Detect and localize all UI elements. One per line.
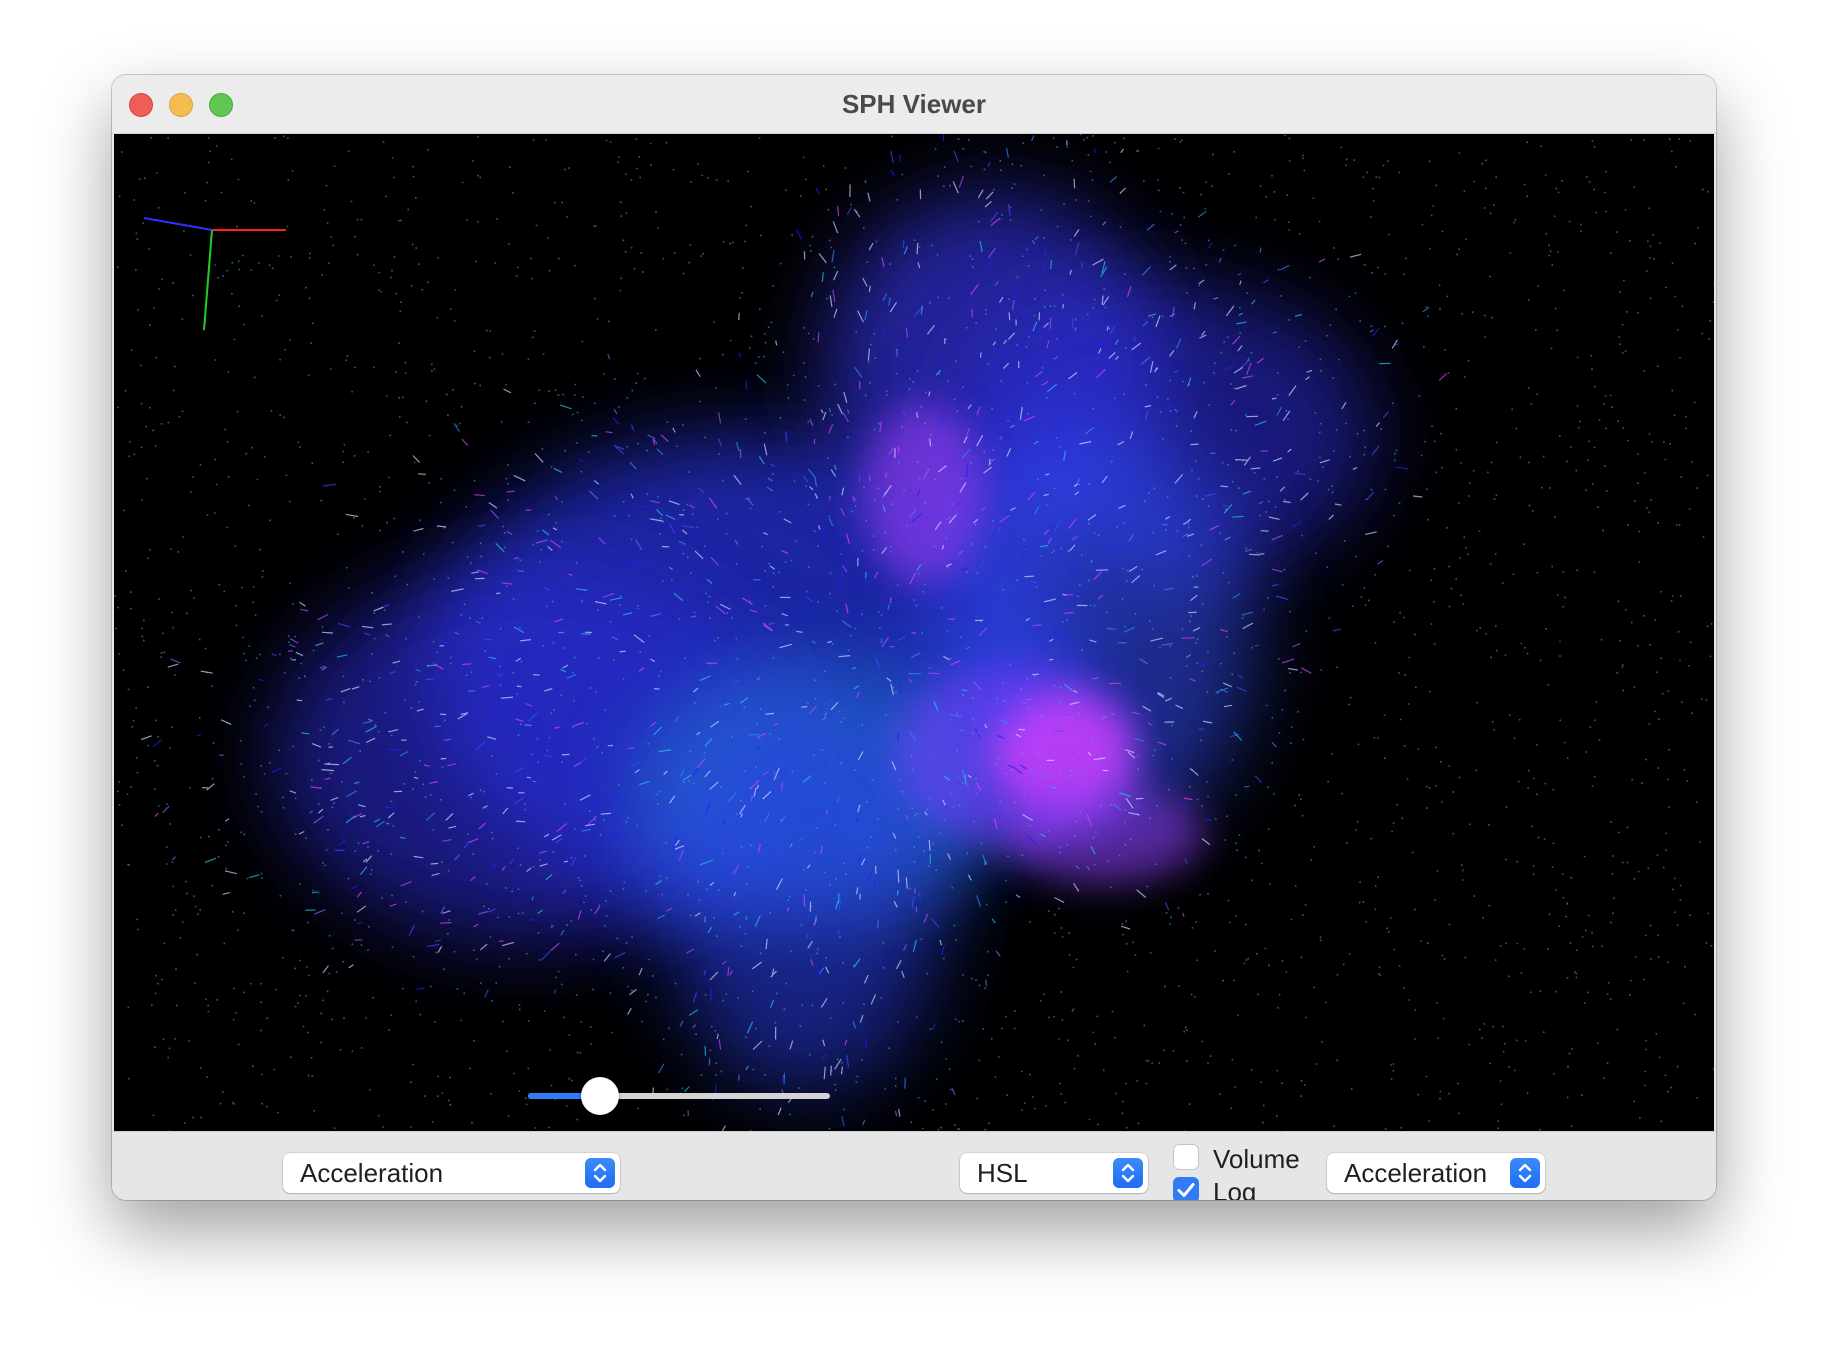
quantity-popup-label: Acceleration xyxy=(300,1158,444,1188)
vector-quantity-popup[interactable]: Acceleration xyxy=(1327,1153,1545,1193)
volume-checkbox[interactable] xyxy=(1173,1144,1199,1170)
log-checkbox-label: Log xyxy=(1213,1177,1257,1200)
particle-render-canvas[interactable] xyxy=(114,134,1714,1131)
colormap-popup-label: HSL xyxy=(977,1158,1028,1188)
parameter-slider[interactable] xyxy=(528,1077,830,1115)
density-glow-blob xyxy=(864,404,984,584)
app-window: SPH Viewer Acceleration HSL Volume Log A… xyxy=(112,75,1716,1200)
checkmark-icon xyxy=(1177,1183,1195,1197)
quantity-popup[interactable]: Acceleration xyxy=(283,1153,620,1193)
particle-viewport[interactable] xyxy=(114,134,1714,1131)
vector-quantity-popup-label: Acceleration xyxy=(1344,1158,1488,1188)
chevron-up-down-icon[interactable] xyxy=(585,1158,615,1188)
log-checkbox[interactable] xyxy=(1173,1177,1199,1200)
volume-checkbox-label: Volume xyxy=(1213,1144,1300,1174)
controls-bar: Acceleration HSL Volume Log Acceleration xyxy=(112,1131,1716,1200)
window-title: SPH Viewer xyxy=(841,89,987,119)
title-bar[interactable]: SPH Viewer xyxy=(112,75,1716,134)
density-glow-blob xyxy=(1004,784,1204,884)
chevron-up-down-icon[interactable] xyxy=(1510,1158,1540,1188)
chevron-up-down-icon[interactable] xyxy=(1113,1158,1143,1188)
colormap-popup[interactable]: HSL xyxy=(960,1153,1148,1193)
